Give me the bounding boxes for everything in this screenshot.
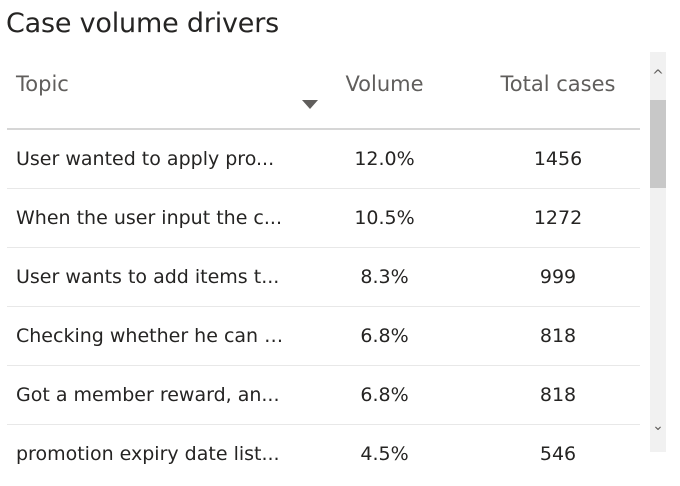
topic-cell: When the user input the c... [16, 207, 282, 229]
table-header: Topic Volume Total cases [7, 52, 640, 130]
table-row[interactable]: Got a member reward, an... 6.8% 818 [7, 366, 640, 425]
volume-cell: 6.8% [360, 384, 409, 406]
scroll-down-icon[interactable]: ⌄ [650, 414, 666, 438]
case-volume-table: Topic Volume Total cases User wanted to … [7, 52, 640, 483]
total-cases-cell: 546 [539, 443, 577, 465]
topic-cell: User wanted to apply pro... [16, 148, 275, 170]
column-header-volume[interactable]: Volume [293, 72, 476, 96]
topic-cell: Got a member reward, an... [16, 384, 280, 406]
table-row[interactable]: promotion expiry date list... 4.5% 546 [7, 425, 640, 483]
volume-cell: 12.0% [354, 148, 415, 170]
volume-cell: 6.8% [360, 325, 409, 347]
total-cases-cell: 818 [539, 384, 577, 406]
table-row[interactable]: Checking whether he can r... 6.8% 818 [7, 307, 640, 366]
table-row[interactable]: User wanted to apply pro... 12.0% 1456 [7, 130, 640, 189]
page-title: Case volume drivers [6, 8, 279, 39]
column-header-total-cases[interactable]: Total cases [473, 72, 643, 96]
table-row[interactable]: User wants to add items t... 8.3% 999 [7, 248, 640, 307]
topic-cell: promotion expiry date list... [16, 443, 280, 465]
topic-cell: User wants to add items t... [16, 266, 280, 288]
sort-descending-icon[interactable] [302, 100, 318, 109]
vertical-scrollbar[interactable]: ^ ⌄ [650, 52, 666, 452]
column-header-topic[interactable]: Topic [16, 72, 69, 96]
scrollbar-thumb[interactable] [650, 100, 666, 188]
volume-cell: 10.5% [354, 207, 415, 229]
total-cases-cell: 1456 [533, 148, 583, 170]
total-cases-cell: 1272 [533, 207, 583, 229]
topic-cell: Checking whether he can r... [16, 325, 286, 347]
total-cases-cell: 999 [539, 266, 577, 288]
volume-cell: 8.3% [360, 266, 409, 288]
scroll-up-icon[interactable]: ^ [650, 64, 666, 88]
volume-cell: 4.5% [360, 443, 409, 465]
table-row[interactable]: When the user input the c... 10.5% 1272 [7, 189, 640, 248]
total-cases-cell: 818 [539, 325, 577, 347]
